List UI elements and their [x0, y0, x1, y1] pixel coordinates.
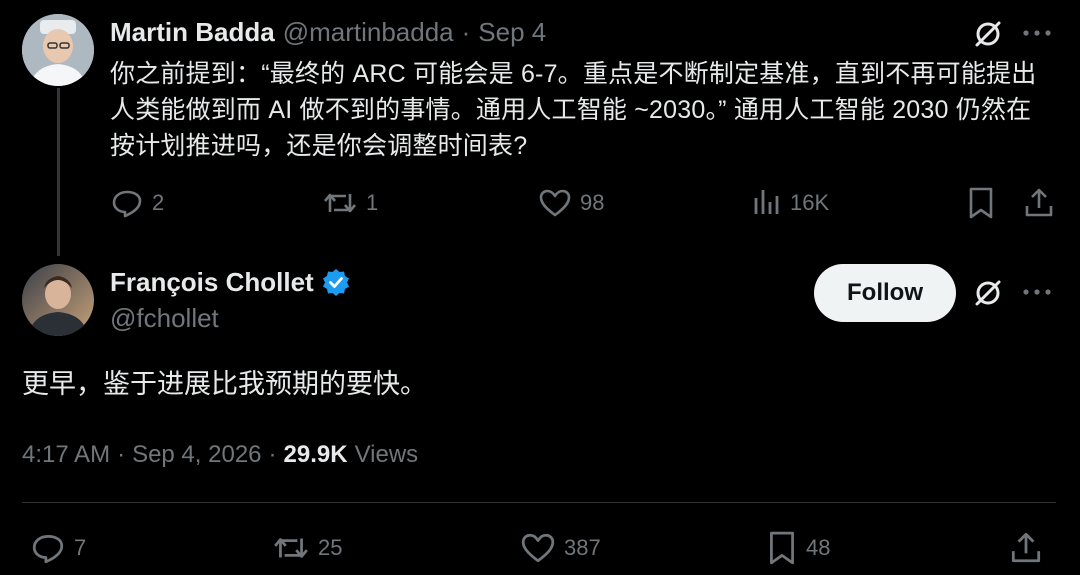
share-icon[interactable] [1022, 186, 1056, 220]
views-icon [752, 186, 782, 220]
views-label: Views [354, 441, 419, 468]
author-name[interactable]: Martin Badda [110, 14, 275, 50]
avatar-image [22, 14, 94, 86]
repost-button[interactable]: 25 [272, 530, 342, 566]
reply-icon [30, 530, 66, 566]
avatar-image [22, 264, 94, 336]
tweet-time[interactable]: 4:17 AM [22, 436, 110, 474]
separator-dot: · [268, 441, 277, 468]
repost-button[interactable]: 1 [322, 186, 378, 220]
separator-dot: · [117, 441, 126, 468]
tweet-date[interactable]: Sep 4 [478, 14, 546, 50]
repost-icon [272, 530, 310, 566]
like-icon [520, 530, 556, 566]
repost-count: 25 [318, 535, 343, 560]
reply-button[interactable]: 7 [30, 530, 86, 566]
avatar-martin-badda[interactable] [22, 14, 94, 86]
bookmark-count: 48 [806, 535, 831, 560]
like-count: 98 [580, 190, 605, 215]
more-icon[interactable] [1022, 28, 1052, 38]
views-button[interactable]: 16K [752, 186, 829, 220]
more-icon[interactable] [1022, 287, 1052, 297]
author-handle[interactable]: @martinbadda [283, 14, 454, 50]
divider [22, 502, 1056, 503]
like-count: 387 [564, 535, 601, 560]
grok-icon[interactable] [972, 277, 1004, 309]
author-handle[interactable]: @fchollet [110, 300, 219, 336]
tweet-date[interactable]: Sep 4, 2026 [132, 436, 261, 474]
grok-icon[interactable] [972, 18, 1004, 50]
reply-button[interactable]: 2 [110, 186, 164, 220]
parent-tweet-text: 你之前提到：“最终的 ARC 可能会是 6-7。重点是不断制定基准，直到不再可能… [110, 60, 1037, 160]
reply-count: 7 [74, 535, 87, 560]
like-icon [538, 186, 572, 220]
author-name[interactable]: François Chollet [110, 267, 314, 298]
bookmark-icon[interactable] [966, 186, 996, 220]
thread-line [57, 88, 60, 256]
share-icon[interactable] [1008, 530, 1044, 566]
repost-icon [322, 186, 358, 220]
main-tweet-text: 更早，鉴于进展比我预期的要快。 [22, 369, 427, 399]
follow-button[interactable]: Follow [814, 264, 956, 322]
reply-count: 2 [152, 190, 165, 215]
separator-dot: · [461, 17, 471, 47]
avatar-francois-chollet[interactable] [22, 264, 94, 336]
like-button[interactable]: 387 [520, 530, 601, 566]
reply-icon [110, 186, 144, 220]
views-count: 16K [790, 190, 830, 215]
like-button[interactable]: 98 [538, 186, 604, 220]
verified-badge-icon [322, 268, 350, 296]
repost-count: 1 [366, 190, 379, 215]
views-count: 29.9K [283, 441, 348, 468]
bookmark-button[interactable]: 48 [766, 530, 830, 566]
bookmark-icon [766, 530, 798, 566]
